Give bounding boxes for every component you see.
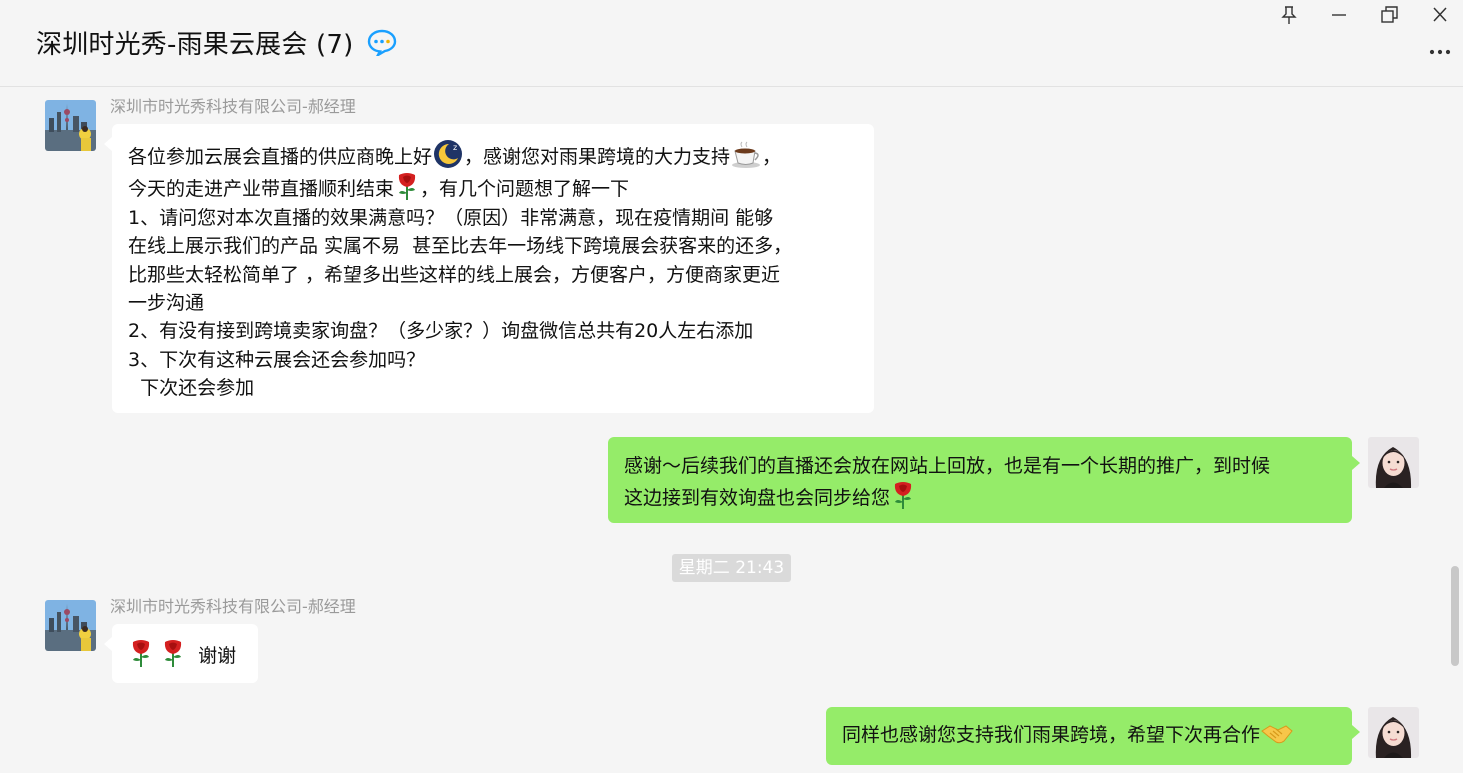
close-icon[interactable] <box>1428 4 1452 26</box>
bubble-tail <box>1352 456 1360 470</box>
chat-title: 深圳时光秀-雨果云展会 (7) <box>36 30 354 60</box>
message-bubble-outgoing[interactable]: 感谢～后续我们的直播还会放在网站上回放，也是有一个长期的推广，到时候 这边接到有… <box>608 437 1352 523</box>
message-line: 这边接到有效询盘也会同步给您 <box>624 480 1336 512</box>
message-line: 3、下次有这种云展会还会参加吗？ <box>128 348 426 371</box>
timestamp: 星期二 21:43 <box>672 554 791 582</box>
message-line: 同样也感谢您支持我们雨果跨境，希望下次再合作 <box>842 721 1336 749</box>
restore-icon[interactable] <box>1377 4 1401 26</box>
message-line: 比那些太轻松简单了 ，希望多出些这样的线上展会，方便客户，方便商家更近 <box>128 263 781 286</box>
avatar-woman-icon[interactable] <box>1368 707 1419 758</box>
scrollbar-thumb[interactable] <box>1451 566 1459 666</box>
rose-emoji <box>398 173 416 201</box>
message-line: 今天的走进产业带直播顺利结束 ，有几个问题想了解一下 <box>128 171 858 203</box>
message-line: 谢谢 <box>128 638 242 670</box>
message-line: 各位参加云展会直播的供应商晚上好 z ，感谢您对雨果跨境的大力支持 ， <box>128 139 858 171</box>
rose-emoji <box>132 640 150 667</box>
message-line: 感谢～后续我们的直播还会放在网站上回放，也是有一个长期的推广，到时候 <box>624 455 1271 477</box>
rose-emoji <box>894 482 912 510</box>
svg-text:z: z <box>453 143 457 152</box>
bubble-tail <box>104 137 112 151</box>
avatar-cityscape-icon[interactable] <box>45 100 96 151</box>
avatar-woman-icon[interactable] <box>1368 437 1419 488</box>
handshake-emoji <box>1261 725 1293 744</box>
pin-icon[interactable] <box>1277 4 1301 26</box>
message-line: 在线上展示我们的产品 实属不易 甚至比去年一场线下跨境展会获客来的还多， <box>128 235 793 258</box>
title-bar: 深圳时光秀-雨果云展会 (7) <box>0 0 1463 87</box>
scrollbar-track[interactable] <box>1449 87 1461 773</box>
sender-name: 深圳市时光秀科技有限公司-郝经理 <box>110 97 356 116</box>
message-bubble-outgoing[interactable]: 同样也感谢您支持我们雨果跨境，希望下次再合作 <box>826 707 1352 765</box>
sleeping-moon-emoji: z <box>434 140 463 168</box>
bubble-tail <box>1352 725 1360 739</box>
message-bubble-incoming[interactable]: 谢谢 <box>112 624 258 683</box>
minimize-icon[interactable] <box>1327 4 1351 26</box>
sender-name: 深圳市时光秀科技有限公司-郝经理 <box>110 597 356 616</box>
rose-emoji <box>164 640 182 667</box>
message-line: 1、请问您对本次直播的效果满意吗？（原因）非常满意，现在疫情期间 能够 <box>128 206 774 229</box>
message-line: 2、有没有接到跨境卖家询盘？（多少家？）询盘微信总共有20人左右添加 <box>128 320 754 343</box>
bubble-tail <box>104 637 112 651</box>
chat-bubble-icon[interactable] <box>367 28 397 56</box>
hot-beverage-emoji <box>732 141 761 168</box>
more-dots-icon[interactable] <box>1427 44 1453 60</box>
avatar-cityscape-icon[interactable] <box>45 600 96 651</box>
message-line: 一步沟通 <box>128 292 205 315</box>
message-line: 下次还会参加 <box>128 377 255 400</box>
message-bubble-incoming[interactable]: 各位参加云展会直播的供应商晚上好 z ，感谢您对雨果跨境的大力支持 ， 今天的走… <box>112 124 874 413</box>
message-list[interactable]: 深圳市时光秀科技有限公司-郝经理 各位参加云展会直播的供应商晚上好 z ，感谢您… <box>0 87 1463 773</box>
